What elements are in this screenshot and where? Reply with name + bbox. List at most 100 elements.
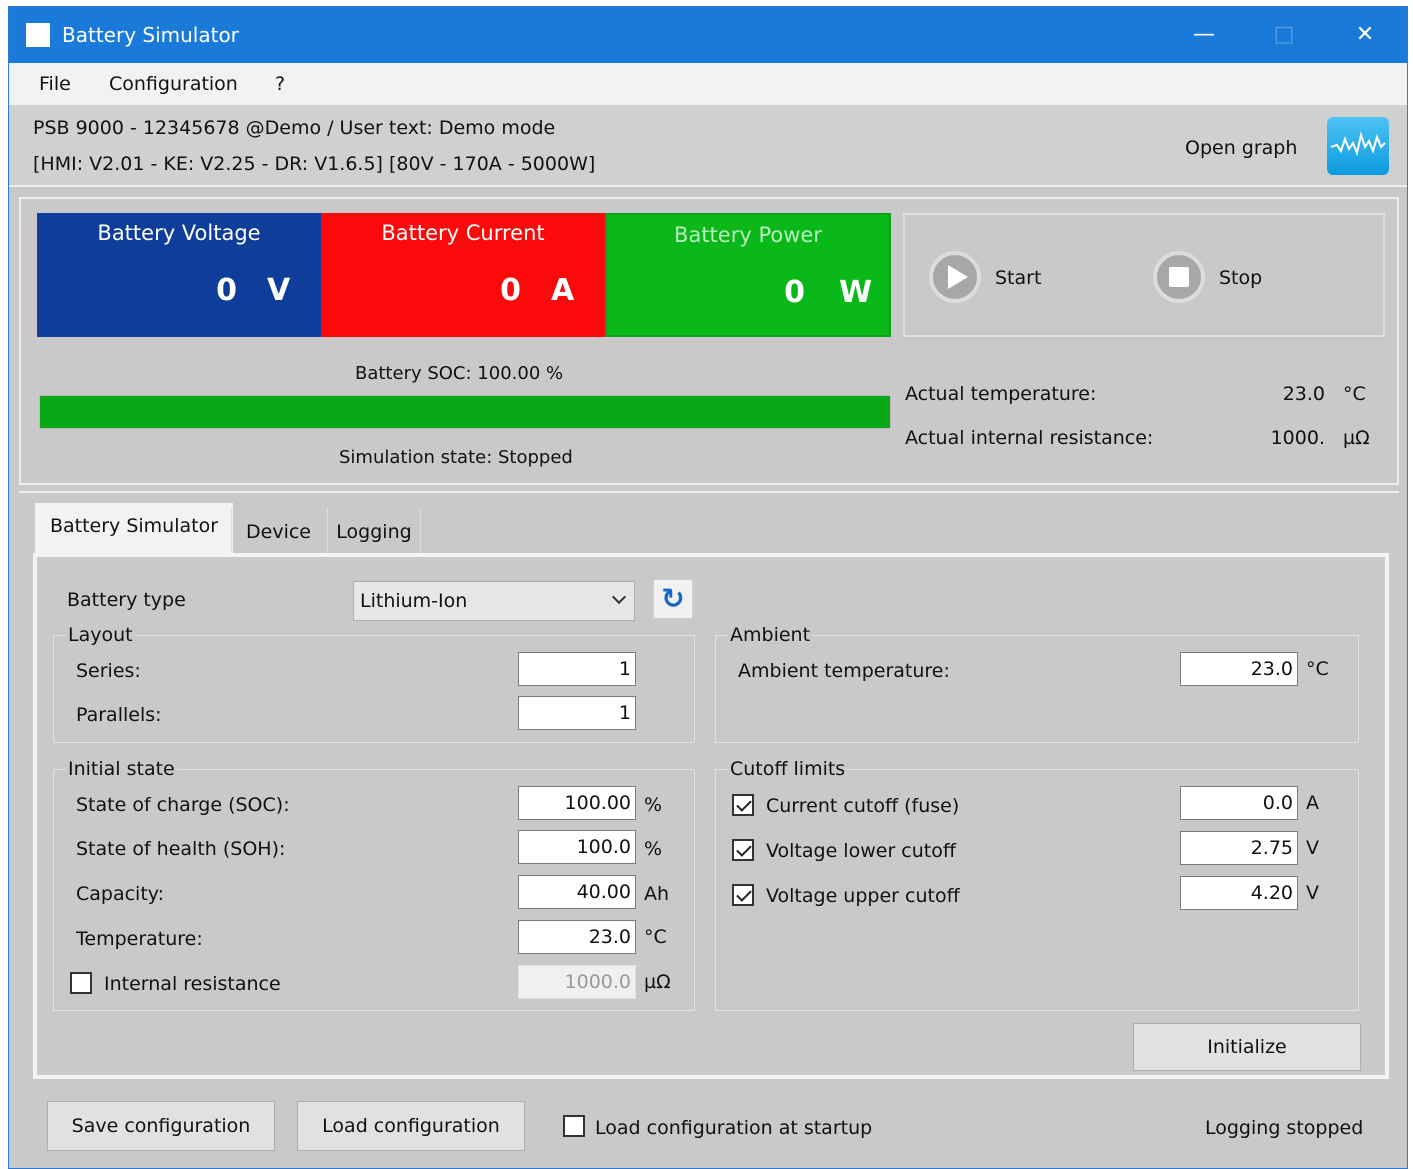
battery-type-select[interactable]: Lithium-Ion [353,581,635,621]
battery-current-label: Battery Current [381,221,545,245]
voltage-lower-cutoff-label[interactable]: Voltage lower cutoff [766,840,956,862]
capacity-label: Capacity: [76,883,165,905]
battery-voltage-unit: V [267,273,291,308]
menu-file[interactable]: File [39,73,71,95]
actual-resistance-value: 1000. [1270,427,1325,449]
voltage-lower-cutoff-unit: V [1306,837,1319,859]
app-window: Battery Simulator — □ ✕ File Configurati… [8,6,1408,1169]
window-title: Battery Simulator [62,23,239,47]
voltage-upper-cutoff-checkbox[interactable] [732,884,754,906]
actual-temperature-unit: °C [1343,383,1366,405]
parallels-label: Parallels: [76,704,162,726]
ambient-group-title: Ambient [728,624,813,646]
initial-state-group-title: Initial state [66,758,177,780]
voltage-upper-cutoff-input[interactable]: 4.20 [1180,876,1298,910]
battery-soc-label: Battery SOC: 100.00 % [355,363,564,384]
minimize-button[interactable]: — [1184,17,1224,53]
initial-state-group: Initial state State of charge (SOC): 100… [53,758,695,1011]
device-info-line1: PSB 9000 - 12345678 @Demo / User text: D… [33,117,556,139]
settings-panel: Battery Simulator Device Logging Battery… [19,491,1399,1161]
battery-power-unit: W [839,275,873,310]
simulation-state: Simulation state: Stopped [339,447,573,468]
maximize-button[interactable]: □ [1264,17,1304,53]
menu-bar: File Configuration ? [9,63,1407,105]
start-label[interactable]: Start [995,267,1041,289]
actual-resistance-unit: µΩ [1343,427,1370,449]
ambient-temperature-label: Ambient temperature: [738,660,950,682]
actual-temperature-label: Actual temperature: [905,383,1097,405]
tab-logging[interactable]: Logging [327,507,421,555]
internal-resistance-input[interactable]: 1000.0 [518,965,636,999]
battery-type-value: Lithium-Ion [360,590,468,612]
capacity-unit: Ah [644,883,670,905]
refresh-button[interactable]: ↻ [653,579,693,619]
voltage-lower-cutoff-checkbox[interactable] [732,839,754,861]
battery-power-label: Battery Power [674,223,822,247]
voltage-upper-cutoff-unit: V [1306,882,1319,904]
graph-icon [1330,131,1386,157]
stop-button[interactable] [1153,251,1205,303]
chevron-down-icon [611,589,627,605]
stop-label[interactable]: Stop [1219,267,1262,289]
battery-power-tile: Battery Power 0 W [605,213,891,337]
current-cutoff-input[interactable]: 0.0 [1180,786,1298,820]
ambient-temperature-unit: °C [1306,658,1329,680]
series-input[interactable]: 1 [518,652,636,686]
temperature-input[interactable]: 23.0 [518,920,636,954]
battery-soc-bar [39,395,891,429]
current-cutoff-label[interactable]: Current cutoff (fuse) [766,795,959,817]
ambient-temperature-input[interactable]: 23.0 [1180,652,1298,686]
start-button[interactable] [929,251,981,303]
stop-icon [1169,267,1189,287]
battery-current-unit: A [551,273,575,308]
soh-input[interactable]: 100.0 [518,830,636,864]
current-cutoff-checkbox[interactable] [732,794,754,816]
battery-power-value: 0 [784,275,805,310]
tab-battery-simulator[interactable]: Battery Simulator [35,503,233,555]
menu-help[interactable]: ? [275,73,285,95]
menu-configuration[interactable]: Configuration [109,73,238,95]
initialize-button[interactable]: Initialize [1133,1023,1361,1071]
load-at-startup-checkbox[interactable] [563,1115,585,1137]
logging-status: Logging stopped [1205,1117,1364,1139]
load-configuration-button[interactable]: Load configuration [297,1101,525,1151]
voltage-lower-cutoff-input[interactable]: 2.75 [1180,831,1298,865]
internal-resistance-checkbox[interactable] [70,972,92,994]
battery-soc-fill [40,396,890,428]
battery-simulator-tab-content: Battery type Lithium-Ion ↻ Layout Series… [33,553,1389,1079]
capacity-input[interactable]: 40.00 [518,875,636,909]
title-bar: Battery Simulator — □ ✕ [9,7,1407,63]
temperature-label: Temperature: [76,928,203,950]
battery-voltage-value: 0 [216,273,237,308]
series-label: Series: [76,660,141,682]
current-cutoff-unit: A [1306,792,1319,814]
open-graph-button[interactable] [1327,117,1389,175]
load-at-startup-label[interactable]: Load configuration at startup [595,1117,872,1139]
device-info-line2: [HMI: V2.01 - KE: V2.25 - DR: V1.6.5] [8… [33,153,596,175]
voltage-upper-cutoff-label[interactable]: Voltage upper cutoff [766,885,960,907]
save-configuration-button[interactable]: Save configuration [47,1101,275,1151]
soc-unit: % [644,794,663,816]
close-button[interactable]: ✕ [1345,17,1385,53]
battery-current-tile: Battery Current 0 A [321,213,605,337]
internal-resistance-unit: µΩ [644,971,671,993]
layout-group: Layout Series: 1 Parallels: 1 [53,624,695,743]
battery-current-value: 0 [500,273,521,308]
ambient-group: Ambient Ambient temperature: 23.0 °C [715,624,1359,743]
internal-resistance-label[interactable]: Internal resistance [104,973,281,995]
open-graph-label: Open graph [1185,137,1298,159]
device-info-bar: PSB 9000 - 12345678 @Demo / User text: D… [9,105,1407,187]
soc-label: State of charge (SOC): [76,794,290,816]
cutoff-limits-group: Cutoff limits Current cutoff (fuse) 0.0 … [715,758,1359,1011]
battery-type-label: Battery type [67,589,186,611]
actual-resistance-label: Actual internal resistance: [905,427,1154,449]
play-icon [948,265,968,289]
refresh-icon: ↻ [661,582,685,615]
actual-temperature-value: 23.0 [1282,383,1325,405]
live-values-panel: Battery Voltage 0 V Battery Current 0 A … [19,197,1399,485]
tab-device[interactable]: Device [231,507,325,555]
soh-label: State of health (SOH): [76,838,286,860]
soc-input[interactable]: 100.00 [518,786,636,820]
parallels-input[interactable]: 1 [518,696,636,730]
battery-voltage-label: Battery Voltage [97,221,261,245]
